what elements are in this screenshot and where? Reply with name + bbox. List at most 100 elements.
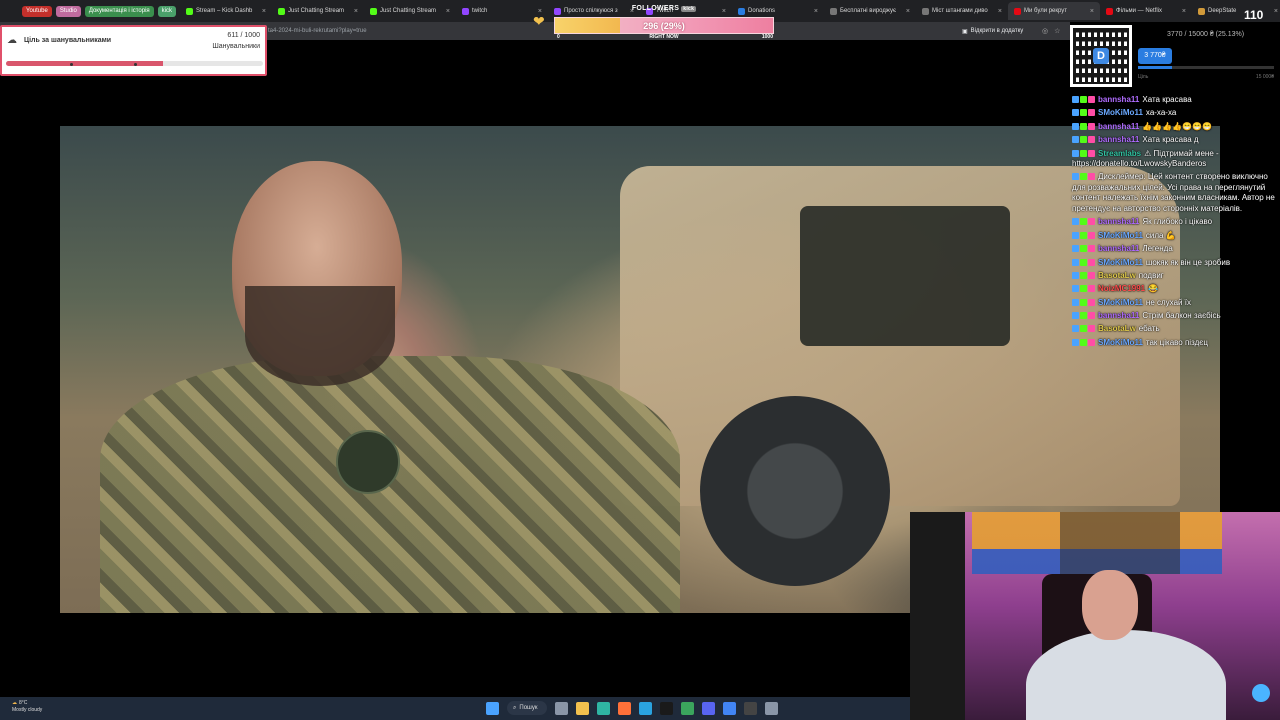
badge-icon bbox=[1072, 325, 1079, 333]
open-in-app-button[interactable]: ▣ Відкрити в додатку bbox=[962, 28, 1023, 35]
badge-icon bbox=[1080, 325, 1087, 333]
goal-count: 611 / 1000 bbox=[227, 32, 260, 39]
browser-tab[interactable]: Just Chatting Stream × bbox=[364, 2, 456, 20]
tab-favicon-icon bbox=[922, 7, 930, 15]
followers-widget: FOLLOWERS kick 296 (29%) 0 RIGHT NOW 1000 bbox=[552, 4, 776, 40]
badge-icon bbox=[1072, 298, 1079, 306]
kick-icon[interactable] bbox=[660, 701, 674, 715]
badge-icon bbox=[1088, 271, 1095, 279]
chat-badges bbox=[1072, 135, 1096, 146]
windows-icon[interactable] bbox=[486, 701, 499, 715]
weather-widget[interactable]: ☁ 8°C Mostly cloudy bbox=[12, 700, 42, 714]
heart-icon: ❤ bbox=[533, 13, 545, 29]
donation-progress-bar bbox=[1138, 66, 1274, 69]
bookmark-pill[interactable]: Studio bbox=[55, 5, 81, 17]
taskbar-search[interactable]: ⌕ Пошук bbox=[507, 701, 548, 715]
discord-icon[interactable] bbox=[702, 701, 716, 715]
chat-text: 😂 bbox=[1148, 284, 1159, 294]
task-view-icon[interactable] bbox=[555, 701, 569, 715]
video-vehicle-window bbox=[800, 206, 1010, 346]
chat-message: bannsha11 Як глибоко і цікаво bbox=[1072, 217, 1276, 228]
webcam-door bbox=[910, 512, 965, 720]
eye-icon[interactable]: ◎ bbox=[1042, 27, 1048, 35]
tab-close-icon[interactable]: × bbox=[1274, 8, 1278, 15]
tab-close-icon[interactable]: × bbox=[354, 8, 358, 15]
bookmark-pill[interactable]: kick bbox=[157, 5, 177, 17]
goal-marker bbox=[134, 63, 137, 66]
badge-icon bbox=[1080, 218, 1087, 226]
weather-temp: 8°C bbox=[19, 700, 28, 706]
badge-icon bbox=[1072, 122, 1079, 130]
chat-text: ха-ха-ха bbox=[1145, 108, 1177, 118]
badge-icon bbox=[1088, 285, 1095, 293]
badge-icon bbox=[1072, 258, 1079, 266]
open-in-app-label: Відкрити в додатку bbox=[970, 28, 1024, 34]
tab-close-icon[interactable]: × bbox=[446, 8, 450, 15]
badge-icon bbox=[1080, 285, 1087, 293]
badge-icon bbox=[1080, 271, 1087, 279]
tab-favicon-icon bbox=[278, 7, 286, 15]
tab-close-icon[interactable]: × bbox=[998, 8, 1002, 15]
tab-close-icon[interactable]: × bbox=[262, 8, 266, 15]
app-icon[interactable] bbox=[681, 701, 695, 715]
chat-username: SMoKiMo11 bbox=[1098, 297, 1143, 307]
video-patch bbox=[336, 430, 400, 494]
browser-tab[interactable]: DeepState × bbox=[1192, 2, 1280, 20]
chat-text: 👍👍👍👍😁😁😁 bbox=[1142, 121, 1213, 131]
star-icon[interactable]: ☆ bbox=[1054, 27, 1060, 35]
tab-close-icon[interactable]: × bbox=[1090, 8, 1094, 15]
firefox-icon[interactable] bbox=[618, 701, 632, 715]
browser-tab[interactable]: Бесплатні вироджує × bbox=[824, 2, 916, 20]
chat-message: Streamlabs ⚠ Підтримай мене - https://don… bbox=[1072, 149, 1276, 170]
badge-icon bbox=[1088, 109, 1095, 117]
tab-favicon-icon bbox=[462, 7, 470, 15]
browser-tab[interactable]: Stream – Kick Dashb × bbox=[180, 2, 272, 20]
chat-badges bbox=[1072, 258, 1096, 269]
telegram-icon[interactable] bbox=[639, 701, 653, 715]
chat-username: NoizMC1991 bbox=[1098, 284, 1146, 294]
bookmark-pill[interactable]: Youtube bbox=[22, 5, 52, 17]
tab-favicon-icon bbox=[1106, 7, 1114, 15]
edge-icon[interactable] bbox=[597, 701, 611, 715]
tab-label: Ми були рекрут bbox=[1024, 8, 1068, 14]
bookmark-pill[interactable]: Документація і історія bbox=[84, 5, 154, 17]
chat-message: SMoKiMo11 ха-ха-ха bbox=[1072, 108, 1276, 119]
browser-tab[interactable]: Фільми — Netflix × bbox=[1100, 2, 1192, 20]
donation-goal: 15 000₴ bbox=[1255, 74, 1274, 80]
obs-icon[interactable] bbox=[744, 701, 758, 715]
explorer-icon[interactable] bbox=[576, 701, 590, 715]
chat-username: SMoKiMo11 bbox=[1098, 108, 1143, 118]
viewer-count: 110 bbox=[1244, 8, 1264, 22]
chat-username: bannsha11 bbox=[1098, 311, 1140, 321]
chat-message: bannsha11 👍👍👍👍😁😁😁 bbox=[1072, 122, 1276, 133]
chat-badges bbox=[1072, 244, 1096, 255]
badge-icon bbox=[1088, 298, 1095, 306]
chat-text: Хата красава д bbox=[1142, 135, 1199, 145]
browser-tab[interactable]: Just Chatting Stream × bbox=[272, 2, 364, 20]
goal-widget: ☁ Ціль за шанувальниками 611 / 1000 Шану… bbox=[0, 25, 267, 76]
badge-icon bbox=[1080, 96, 1087, 103]
browser-tab[interactable]: Міст штангами диво × bbox=[916, 2, 1008, 20]
settings-icon[interactable] bbox=[765, 701, 779, 715]
badge-icon bbox=[1080, 298, 1087, 306]
badge-icon bbox=[1072, 96, 1079, 103]
chat-username: SMoKiMo11 bbox=[1098, 337, 1143, 347]
tab-label: Stream – Kick Dashb bbox=[196, 8, 253, 14]
browser-tab[interactable]: Ми були рекрут × bbox=[1008, 2, 1101, 20]
chrome-icon[interactable] bbox=[723, 701, 737, 715]
chat-text: ебать bbox=[1138, 324, 1160, 334]
tab-close-icon[interactable]: × bbox=[906, 8, 910, 15]
donation-progress-text: 3770 / 15000 ₴ (25.13%) bbox=[1167, 31, 1245, 38]
tab-label: Бесплатні вироджує bbox=[840, 8, 897, 14]
chat-username: BasotaLw bbox=[1098, 324, 1136, 334]
tab-close-icon[interactable]: × bbox=[1182, 8, 1186, 15]
url-text[interactable]: ta4-2024-mi-buli-rekrutami?play=true bbox=[268, 28, 367, 34]
badge-icon bbox=[1072, 271, 1079, 279]
badge-icon bbox=[1088, 325, 1095, 333]
chat-message: bannsha11 Хата красава bbox=[1072, 95, 1276, 106]
chat-username: bannsha11 bbox=[1098, 217, 1140, 227]
chat-badges bbox=[1072, 338, 1096, 349]
tab-close-icon[interactable]: × bbox=[814, 8, 818, 15]
followers-max: 1000 bbox=[761, 34, 773, 40]
chat-message: SMoKiMo11 сила 💪 bbox=[1072, 231, 1276, 242]
